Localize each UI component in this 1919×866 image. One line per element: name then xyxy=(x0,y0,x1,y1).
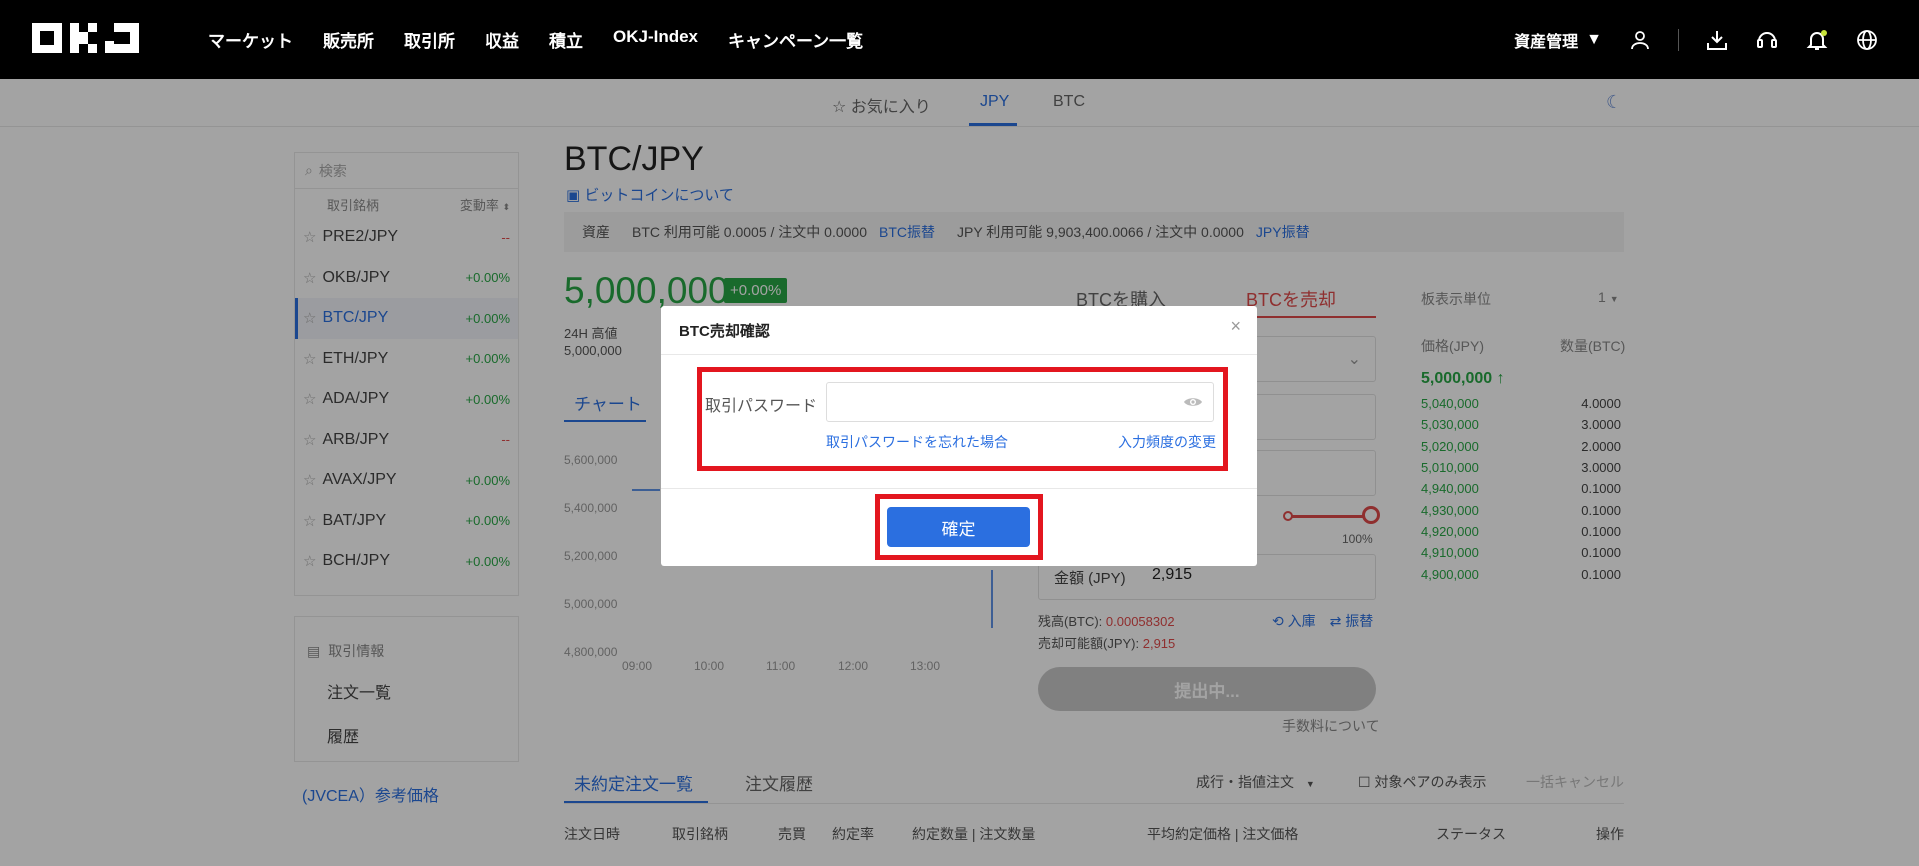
header-divider xyxy=(1678,28,1679,51)
user-icon[interactable] xyxy=(1628,28,1652,52)
highlight-password-box xyxy=(697,367,1228,471)
modal-header-divider xyxy=(661,354,1257,355)
nav-earn[interactable]: 収益 xyxy=(485,27,519,52)
asset-management-menu[interactable]: 資産管理 ▼ xyxy=(1514,28,1602,52)
nav-campaigns[interactable]: キャンペーン一覧 xyxy=(728,27,863,52)
asset-management-label: 資産管理 xyxy=(1514,33,1579,51)
highlight-confirm-box xyxy=(875,494,1043,560)
modal-footer-divider xyxy=(661,488,1257,489)
download-icon[interactable] xyxy=(1705,28,1729,52)
notification-bell-icon[interactable] xyxy=(1805,28,1829,52)
close-icon[interactable]: × xyxy=(1230,316,1241,337)
nav-accumulate[interactable]: 積立 xyxy=(549,27,583,52)
nav-exchange[interactable]: 取引所 xyxy=(404,27,455,52)
modal-title: BTC売却確認 xyxy=(679,323,770,340)
okj-logo[interactable] xyxy=(32,22,142,57)
nav-market[interactable]: マーケット xyxy=(208,27,293,52)
caret-down-icon: ▼ xyxy=(1586,30,1602,48)
support-headset-icon[interactable] xyxy=(1755,28,1779,52)
nav-sales[interactable]: 販売所 xyxy=(323,27,374,52)
main-nav: マーケット 販売所 取引所 収益 積立 OKJ-Index キャンペーン一覧 xyxy=(208,27,893,52)
top-header: マーケット 販売所 取引所 収益 積立 OKJ-Index キャンペーン一覧 資… xyxy=(0,0,1919,79)
header-actions: 資産管理 ▼ xyxy=(1514,0,1879,79)
language-globe-icon[interactable] xyxy=(1855,28,1879,52)
nav-okj-index[interactable]: OKJ-Index xyxy=(613,27,698,52)
